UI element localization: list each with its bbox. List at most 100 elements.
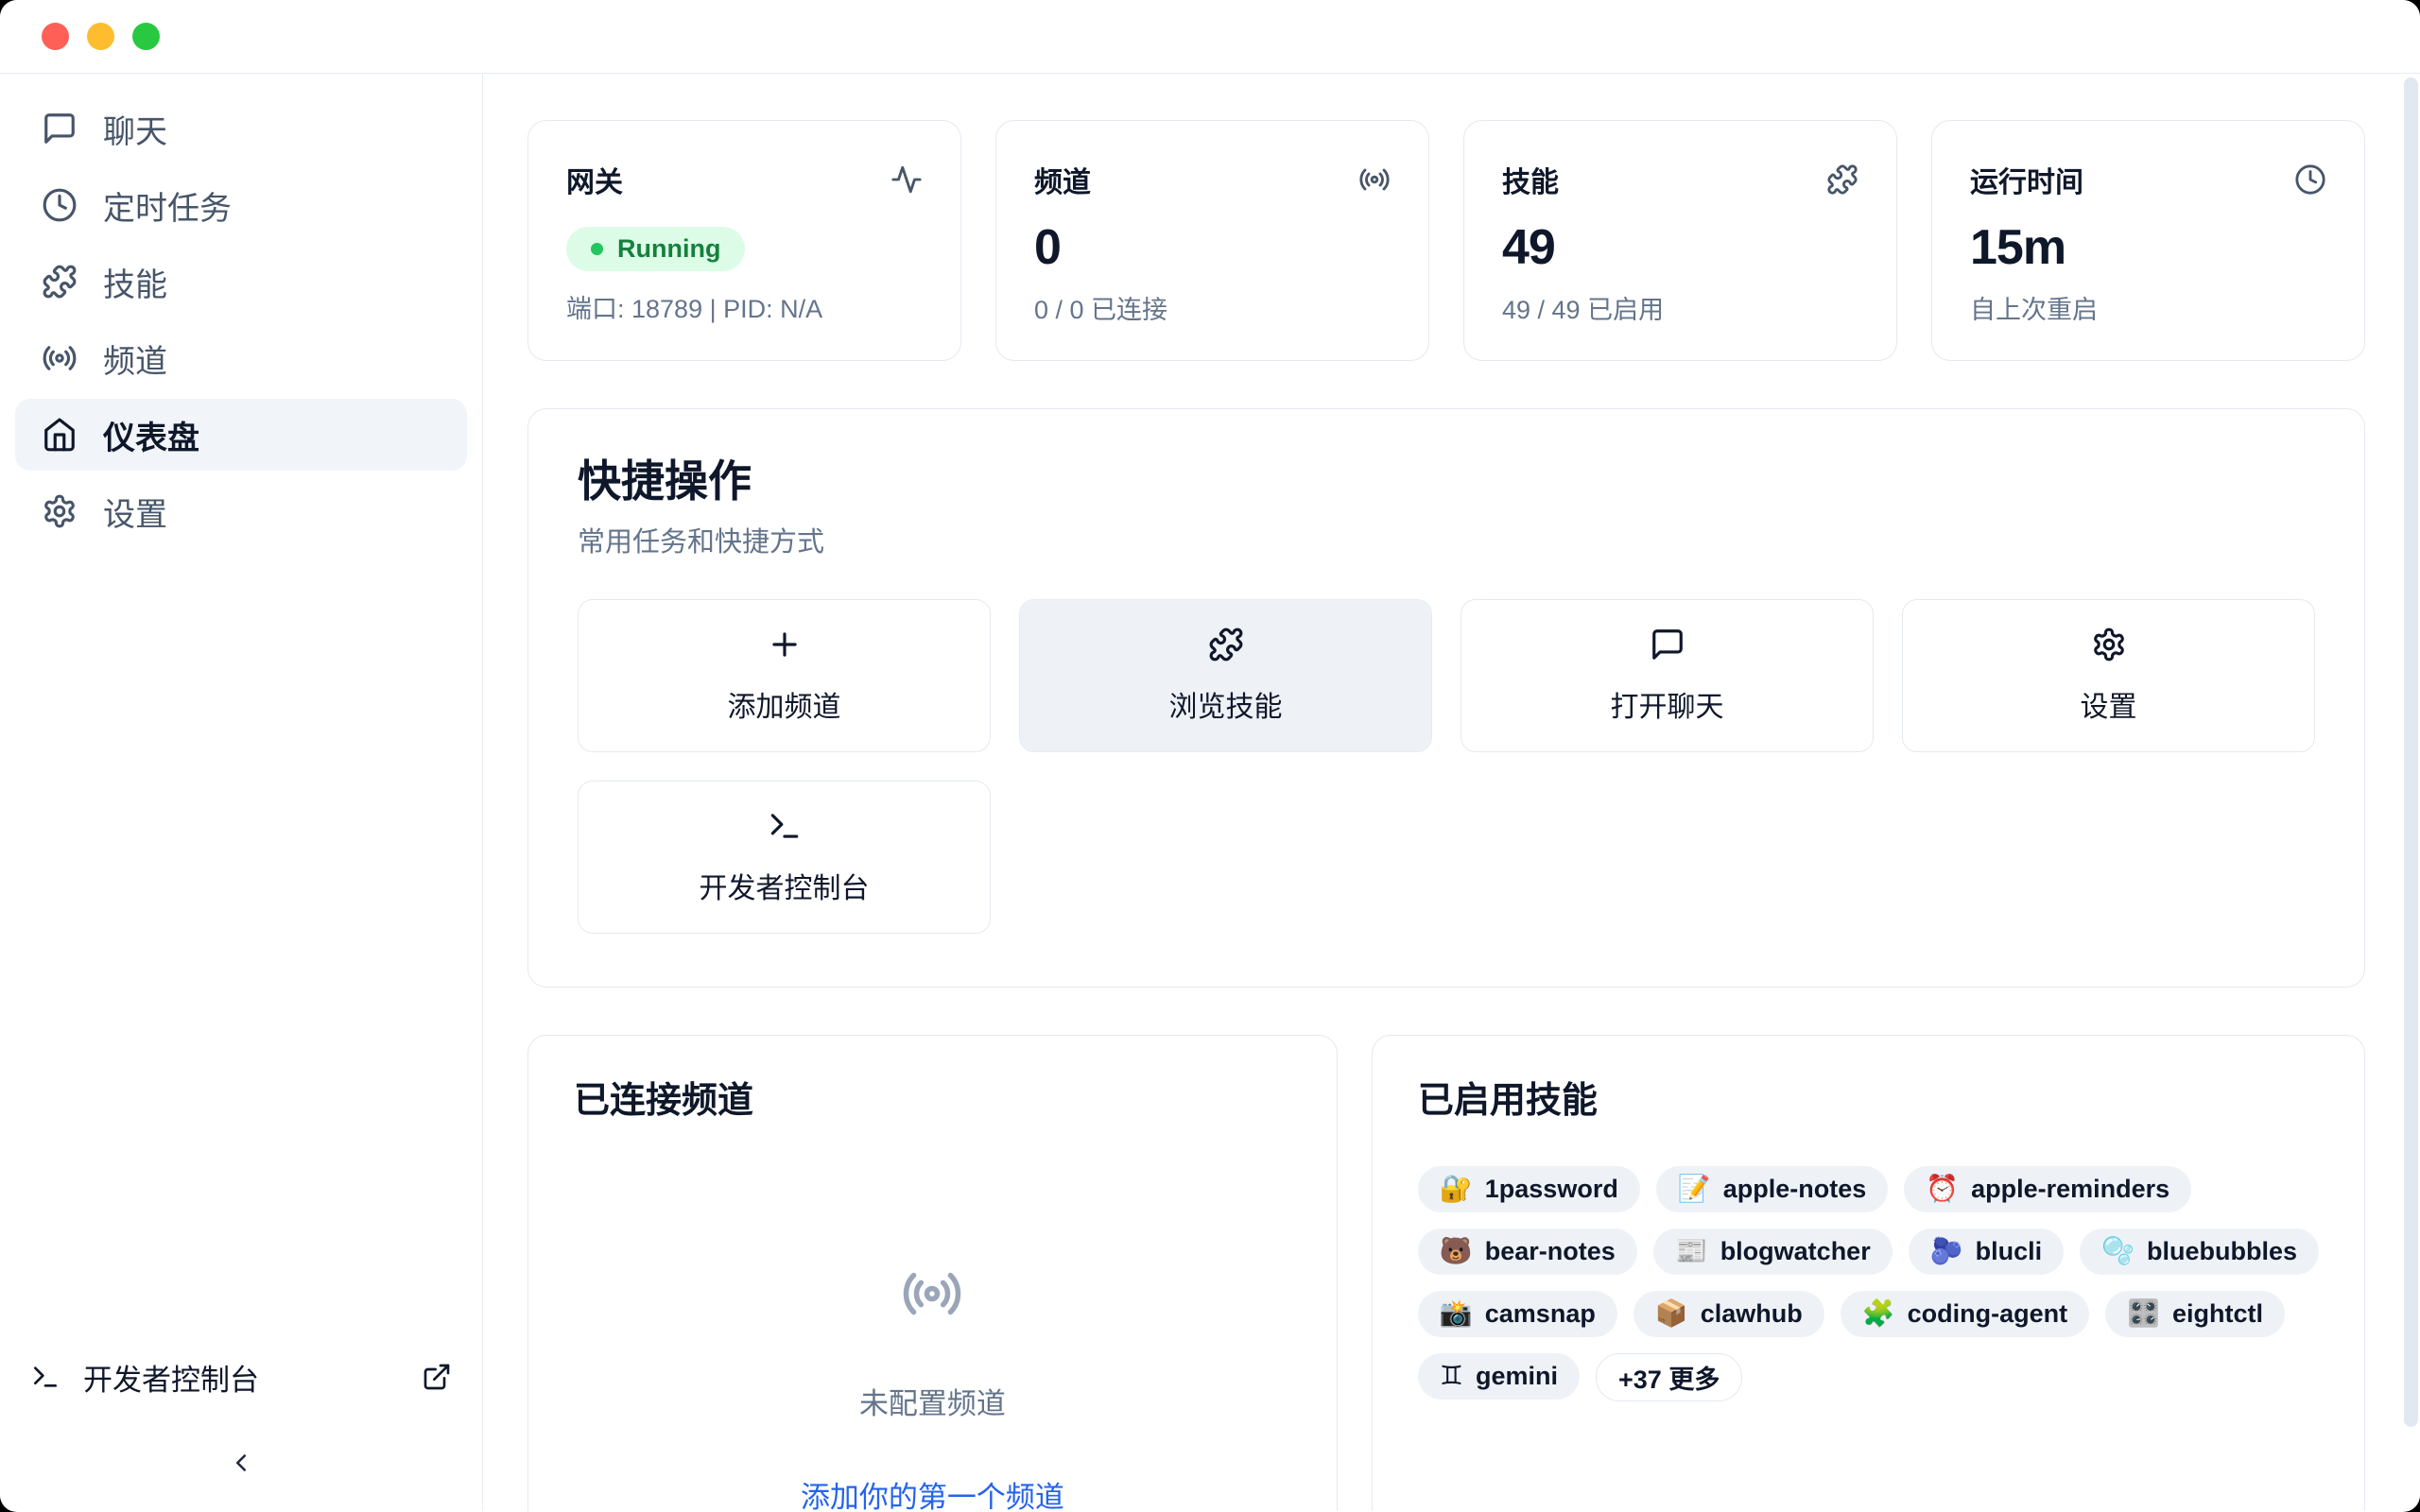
skill-chip-coding-agent[interactable]: 🧩coding-agent [1841,1291,2089,1337]
minimize-window-button[interactable] [87,23,114,50]
skill-chip-label: apple-reminders [1971,1175,2169,1204]
stat-card-header: 频道 [1034,159,1391,200]
stat-card-value: 49 [1502,223,1858,272]
terminal-icon [767,808,803,844]
stat-card-header: 运行时间 [1970,159,2326,200]
collapse-sidebar-button[interactable] [227,1449,255,1477]
more-skills-chip[interactable]: +37 更多 [1596,1353,1742,1401]
action-add-channel-button[interactable]: 添加频道 [578,599,991,752]
action-browse-skills-button[interactable]: 浏览技能 [1019,599,1432,752]
skill-chip-bear-notes[interactable]: 🐻bear-notes [1418,1228,1637,1275]
quick-actions-subtitle: 常用任务和快捷方式 [578,520,2315,559]
action-settings-button[interactable]: 设置 [1902,599,2315,752]
sidebar-item-label: 技能 [103,259,167,305]
skill-chip-apple-notes[interactable]: 📝 apple-notes [1656,1166,1888,1212]
skill-emoji-icon: ⏰ [1926,1176,1959,1202]
puzzle-icon [1208,627,1244,662]
scrollbar[interactable] [2404,77,2418,1504]
scrollbar-thumb[interactable] [2404,77,2418,1427]
stat-card-detail: 端口: 18789 | PID: N/A [566,288,923,325]
skill-chip-label: apple-notes [1723,1175,1867,1204]
skill-chip-bluebubbles[interactable]: 🫧bluebubbles [2080,1228,2319,1275]
quick-actions-panel: 快捷操作 常用任务和快捷方式 添加频道 浏览技能打开聊天设置开发者控制台 [527,408,2365,988]
sidebar-item-scheduled-tasks[interactable]: 定时任务 [15,169,467,241]
skill-chip-camsnap[interactable]: 📸camsnap [1418,1291,1617,1337]
sidebar-footer: 开发者控制台 [15,1347,467,1477]
message-square-icon [1650,627,1685,662]
sidebar-item-skills[interactable]: 技能 [15,246,467,318]
skill-emoji-icon: ♊ [1440,1363,1463,1389]
connected-channels-panel: 已连接频道 未配置频道 添加你的第一个频道 [527,1035,1338,1511]
skill-chip-eightctl[interactable]: 🎛️eightctl [2105,1291,2285,1337]
message-square-icon [42,111,78,146]
channels-empty-text: 未配置频道 [859,1380,1006,1422]
skill-emoji-icon: 🐻 [1440,1238,1473,1264]
skill-chip-clawhub[interactable]: 📦clawhub [1634,1291,1824,1337]
sidebar-item-label: 频道 [103,335,167,382]
action-button-label: 设置 [2081,683,2137,725]
connected-channels-title: 已连接频道 [574,1081,1291,1123]
skill-chip-label: 1password [1485,1175,1618,1204]
zoom-window-button[interactable] [132,23,160,50]
skill-emoji-icon: 📰 [1675,1238,1708,1264]
titlebar [0,0,2420,74]
activity-icon [890,163,923,196]
close-window-button[interactable] [42,23,69,50]
sidebar-item-label: 设置 [103,489,167,535]
action-button-label: 添加频道 [728,683,841,725]
skill-chip-blogwatcher[interactable]: 📰blogwatcher [1653,1228,1893,1275]
sidebar-nav: 聊天定时任务技能频道仪表盘设置 [15,93,467,552]
sidebar-item-dashboard[interactable]: 仪表盘 [15,399,467,471]
stats-grid: 网关 Running 端口: 18789 | PID: N/A 频道 0 0 / 0 已连… [527,120,2365,361]
sidebar-item-chat[interactable]: 聊天 [15,93,467,164]
skill-chip-1password[interactable]: 🔐 1password [1418,1166,1640,1212]
sidebar-item-label: 定时任务 [103,182,232,229]
skills-chip-row: 📸camsnap 📦clawhub 🧩coding-agent 🎛️eightctl [1418,1291,2319,1337]
sidebar-item-settings[interactable]: 设置 [15,475,467,547]
stat-card-detail: 自上次重启 [1970,289,2326,326]
stat-card-gateway: 网关 Running 端口: 18789 | PID: N/A [527,120,961,361]
settings-icon [42,493,78,529]
quick-actions-title: 快捷操作 [578,456,2315,507]
action-button-label: 开发者控制台 [700,865,870,906]
dev-console-label: 开发者控制台 [83,1356,259,1399]
add-first-channel-link[interactable]: 添加你的第一个频道 [801,1473,1064,1511]
skill-chip-label: coding-agent [1908,1299,2068,1329]
stat-card-detail: 49 / 49 已启用 [1502,289,1858,326]
skill-chip-blucli[interactable]: 🫐blucli [1909,1228,2064,1275]
puzzle-icon [42,264,78,300]
stat-card-value: 0 [1034,223,1391,272]
stat-card-title: 技能 [1502,159,1559,200]
stat-card-skills: 技能 49 49 / 49 已启用 [1463,120,1897,361]
stat-card-detail: 0 / 0 已连接 [1034,289,1391,326]
skill-chip-gemini[interactable]: ♊gemini [1418,1353,1580,1400]
skill-emoji-icon: 📝 [1678,1176,1711,1202]
skill-chip-label: eightctl [2172,1299,2263,1329]
skills-chip-row: ♊gemini +37 更多 [1418,1353,2319,1401]
skill-chip-label: camsnap [1485,1299,1596,1329]
skills-chip-row: 🐻bear-notes 📰blogwatcher 🫐blucli 🫧bluebubbl… [1418,1228,2319,1275]
sidebar-item-channels[interactable]: 频道 [15,322,467,394]
stat-card-uptime: 运行时间15m自上次重启 [1931,120,2365,361]
bottom-grid: 已连接频道 未配置频道 添加你的第一个频道 已启用技能 🔐1password📝a… [527,1035,2365,1511]
dashboard-main: 网关 Running 端口: 18789 | PID: N/A 频道 0 0 / 0 已连… [483,74,2420,1511]
skill-chip-apple-reminders[interactable]: ⏰ apple-reminders [1904,1166,2191,1212]
skill-emoji-icon: 🔐 [1440,1176,1473,1202]
stat-card-header: 技能 [1502,159,1858,200]
plus-icon [767,627,803,662]
sidebar-item-label: 聊天 [103,106,167,152]
status-badge: Running [566,227,745,271]
radio-icon [42,340,78,376]
stat-card-header: 网关 [566,159,923,200]
action-open-chat-button[interactable]: 打开聊天 [1461,599,1874,752]
skill-chip-label: clawhub [1701,1299,1803,1329]
enabled-skills-panel: 已启用技能 🔐1password📝apple-notes⏰apple-remin… [1372,1035,2365,1511]
stat-card-title: 网关 [566,159,623,200]
action-dev-console-button[interactable]: 开发者控制台 [578,781,991,934]
skill-chip-label: blucli [1976,1237,2043,1266]
external-link-icon[interactable] [422,1362,452,1392]
sidebar: 聊天定时任务技能频道仪表盘设置 开发者控制台 [0,74,483,1511]
channels-empty-state: 未配置频道 添加你的第一个频道 [574,1263,1291,1511]
home-icon [42,417,78,453]
sidebar-dev-console[interactable]: 开发者控制台 [15,1347,467,1407]
